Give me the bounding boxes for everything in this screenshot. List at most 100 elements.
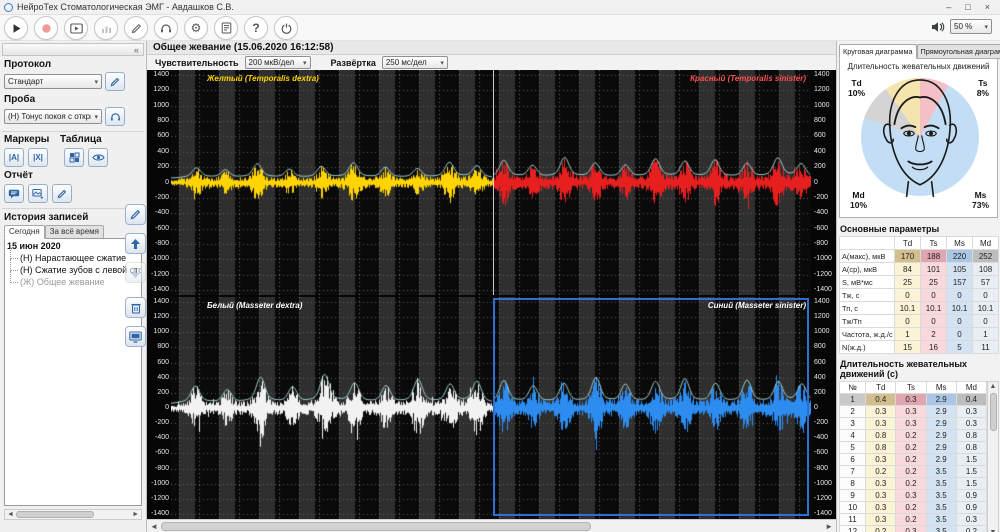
- table-row[interactable]: 60.30.22.91.5: [840, 454, 987, 466]
- selection-region[interactable]: [493, 298, 809, 516]
- duration-value-cell: 0.3: [896, 406, 926, 418]
- probe-listen-button[interactable]: [105, 107, 125, 126]
- report-button[interactable]: [214, 16, 238, 40]
- y-tick-label: -1400: [814, 510, 836, 517]
- y-tick-label: -1200: [814, 495, 836, 502]
- marker-x-button[interactable]: |X|: [28, 148, 48, 167]
- table-row[interactable]: 100.30.23.50.9: [840, 502, 987, 514]
- history-hscrollbar[interactable]: ◄ ►: [4, 509, 142, 520]
- protocol-edit-button[interactable]: [105, 72, 125, 91]
- dual-screen-button[interactable]: [125, 326, 146, 347]
- scroll-left-icon[interactable]: ◄: [7, 511, 14, 518]
- table-row[interactable]: 50.80.22.90.8: [840, 442, 987, 454]
- report-edit-button[interactable]: [52, 184, 72, 203]
- report-add-image-button[interactable]: [28, 184, 48, 203]
- row-number-cell: 1: [840, 394, 866, 406]
- table-row[interactable]: А(ср), мкВ84101105108: [840, 263, 999, 276]
- emg-waveform-canvas[interactable]: [171, 70, 811, 295]
- sweep-select[interactable]: 250 мс/дел▾: [382, 56, 448, 69]
- minimize-icon[interactable]: –: [946, 2, 951, 12]
- power-button[interactable]: [274, 16, 298, 40]
- record-button[interactable]: [34, 16, 58, 40]
- table-label: Таблица: [60, 134, 102, 145]
- y-tick-label: 200: [814, 163, 836, 170]
- table-grid-button[interactable]: [64, 148, 84, 167]
- param-value-cell: 16: [921, 341, 947, 354]
- volume-select[interactable]: 50 %▾: [950, 19, 992, 34]
- diagram-tab[interactable]: Прямоугольная диаграмма: [917, 44, 1000, 59]
- params-title: Основные параметры: [840, 224, 997, 234]
- scroll-right-icon[interactable]: ►: [132, 511, 139, 518]
- play-button[interactable]: [4, 16, 28, 40]
- right-axis-ticks: 1400120010008006004002000-200-400-600-80…: [812, 297, 834, 519]
- table-row[interactable]: N(ж.д.)1516511: [840, 341, 999, 354]
- time-cursor[interactable]: [493, 70, 494, 295]
- table-row[interactable]: 90.30.33.50.9: [840, 490, 987, 502]
- video-review-button[interactable]: [64, 16, 88, 40]
- maximize-icon[interactable]: □: [965, 2, 970, 12]
- pencil-icon: [130, 209, 141, 220]
- scrollbar-thumb[interactable]: [990, 393, 997, 431]
- table-row[interactable]: S, мВ*мс252515757: [840, 276, 999, 289]
- table-row[interactable]: Частота, ж.д./с1201: [840, 328, 999, 341]
- pencil-icon: [110, 77, 120, 87]
- duration-value-cell: 0.3: [866, 502, 896, 514]
- scroll-right-icon[interactable]: ►: [825, 522, 833, 531]
- table-row[interactable]: 80.30.23.51.5: [840, 478, 987, 490]
- protocol-select[interactable]: Стандарт▾: [4, 74, 102, 89]
- help-button[interactable]: ?: [244, 16, 268, 40]
- edit-button[interactable]: [124, 16, 148, 40]
- settings-button[interactable]: ⚙: [184, 16, 208, 40]
- table-row[interactable]: Тж, с0000: [840, 289, 999, 302]
- list-item[interactable]: (Н) Сжатие зубов с левой стороны: [7, 265, 141, 275]
- table-row[interactable]: 120.20.33.50.2: [840, 526, 987, 532]
- table-row[interactable]: Тп, с10.110.110.110.1: [840, 302, 999, 315]
- table-row[interactable]: А(макс), мкВ170188220252: [840, 250, 999, 263]
- probe-select[interactable]: (Н) Тонус покоя с открытыми глаз▾: [4, 109, 102, 124]
- temporalis-chart[interactable]: 1400120010008006004002000-200-400-600-80…: [147, 70, 836, 295]
- table-row[interactable]: 30.30.32.90.3: [840, 418, 987, 430]
- list-item[interactable]: (Ж) Общее жевание: [7, 277, 141, 287]
- table-row[interactable]: 70.20.23.51.5: [840, 466, 987, 478]
- table-row[interactable]: 110.30.23.50.3: [840, 514, 987, 526]
- move-down-button[interactable]: [125, 262, 146, 283]
- row-number-cell: 4: [840, 430, 866, 442]
- table-row[interactable]: Тж/Тп0000: [840, 315, 999, 328]
- y-tick-label: -200: [147, 194, 169, 201]
- delete-record-button[interactable]: [125, 297, 146, 318]
- close-icon[interactable]: ×: [985, 2, 990, 12]
- table-row[interactable]: 20.30.32.90.3: [840, 406, 987, 418]
- history-tab[interactable]: Сегодня: [4, 225, 45, 239]
- scroll-up-icon[interactable]: ▲: [990, 383, 997, 390]
- scrollbar-thumb[interactable]: [16, 511, 94, 518]
- durations-table[interactable]: №TdTsMsMd10.40.32.90.420.30.32.90.330.30…: [839, 381, 987, 532]
- history-list[interactable]: 15 июн 2020(Н) Нарастающее сжатие(Н) Сжа…: [4, 238, 142, 506]
- chart-hscrollbar[interactable]: ◄ ►: [147, 519, 836, 532]
- list-item[interactable]: (Н) Нарастающее сжатие: [7, 253, 141, 263]
- masseter-chart[interactable]: 1400120010008006004002000-200-400-600-80…: [147, 297, 836, 519]
- param-name-cell: Частота, ж.д./с: [840, 328, 895, 341]
- scrollbar-thumb[interactable]: [161, 522, 591, 531]
- diagram-tab[interactable]: Круговая диаграмма: [839, 44, 917, 59]
- headset-button[interactable]: [154, 16, 178, 40]
- table-row[interactable]: 10.40.32.90.4: [840, 394, 987, 406]
- move-up-button[interactable]: [125, 233, 146, 254]
- sensitivity-select[interactable]: 200 мкВ/дел▾: [245, 56, 311, 69]
- param-value-cell: 252: [973, 250, 999, 263]
- table-view-button[interactable]: [88, 148, 108, 167]
- scroll-left-icon[interactable]: ◄: [150, 522, 158, 531]
- report-comment-button[interactable]: [4, 184, 24, 203]
- table-row[interactable]: 40.80.22.90.8: [840, 430, 987, 442]
- history-tab[interactable]: За всё время: [45, 225, 104, 239]
- y-tick-label: -600: [147, 225, 169, 232]
- help-icon: ?: [252, 22, 259, 34]
- y-tick-label: -1400: [814, 286, 836, 293]
- history-edit-button[interactable]: [125, 204, 146, 225]
- histogram-button[interactable]: [94, 16, 118, 40]
- app-icon: [4, 3, 13, 12]
- speaker-icon[interactable]: [931, 21, 945, 33]
- sidebar-collapse-bar[interactable]: «: [2, 43, 144, 56]
- marker-a-button[interactable]: |A|: [4, 148, 24, 167]
- param-value-cell: 0: [947, 289, 973, 302]
- durations-vscrollbar[interactable]: ▲ ▼: [987, 381, 999, 532]
